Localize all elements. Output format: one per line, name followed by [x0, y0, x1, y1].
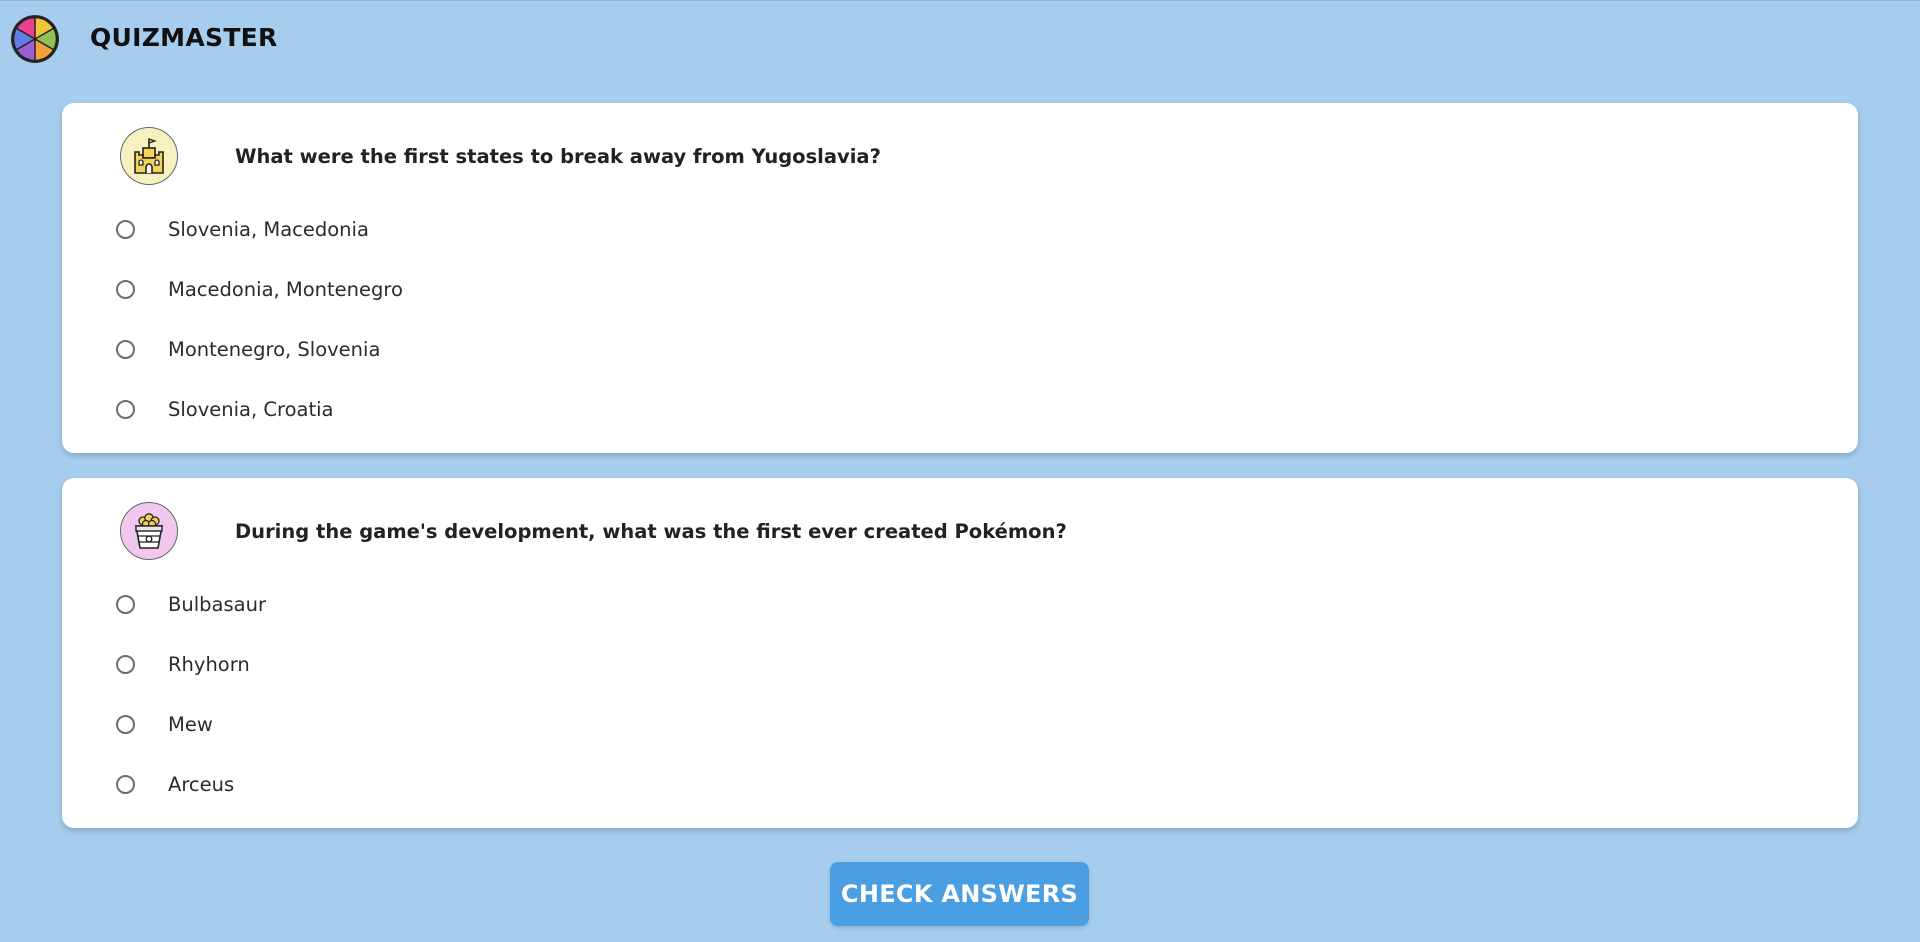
answer-option[interactable]: Slovenia, Croatia [116, 391, 333, 427]
radio-button[interactable] [116, 279, 135, 299]
question-card: What were the first states to break away… [62, 103, 1858, 453]
radio-button[interactable] [116, 714, 135, 734]
answer-option[interactable]: Slovenia, Macedonia [116, 211, 369, 247]
radio-button[interactable] [116, 594, 135, 614]
radio-button[interactable] [116, 339, 135, 359]
castle-icon [120, 127, 178, 185]
answer-option[interactable]: Arceus [116, 766, 234, 802]
answer-option[interactable]: Rhyhorn [116, 646, 250, 682]
check-answers-button[interactable]: CHECK ANSWERS [830, 862, 1089, 926]
answer-label: Slovenia, Croatia [168, 397, 334, 421]
radio-button[interactable] [116, 219, 135, 239]
answer-label: Arceus [168, 772, 235, 796]
answer-label: Rhyhorn [168, 652, 250, 676]
pie-wheel-icon [11, 15, 59, 63]
question-card: During the game's development, what was … [62, 478, 1858, 828]
question-text: What were the first states to break away… [235, 145, 881, 168]
radio-button[interactable] [116, 399, 135, 419]
radio-button[interactable] [116, 654, 135, 674]
answer-option[interactable]: Bulbasaur [116, 586, 266, 622]
app-header: QUIZMASTER [0, 1, 1920, 73]
popcorn-icon [120, 502, 178, 560]
answer-label: Montenegro, Slovenia [168, 337, 381, 361]
answer-option[interactable]: Mew [116, 706, 213, 742]
question-text: During the game's development, what was … [235, 520, 1067, 543]
answer-label: Macedonia, Montenegro [168, 277, 403, 301]
answer-option[interactable]: Macedonia, Montenegro [116, 271, 403, 307]
answer-label: Bulbasaur [168, 592, 266, 616]
answer-option[interactable]: Montenegro, Slovenia [116, 331, 380, 367]
app-title: QUIZMASTER [90, 23, 278, 52]
radio-button[interactable] [116, 774, 135, 794]
answer-label: Slovenia, Macedonia [168, 217, 369, 241]
answer-label: Mew [168, 712, 213, 736]
